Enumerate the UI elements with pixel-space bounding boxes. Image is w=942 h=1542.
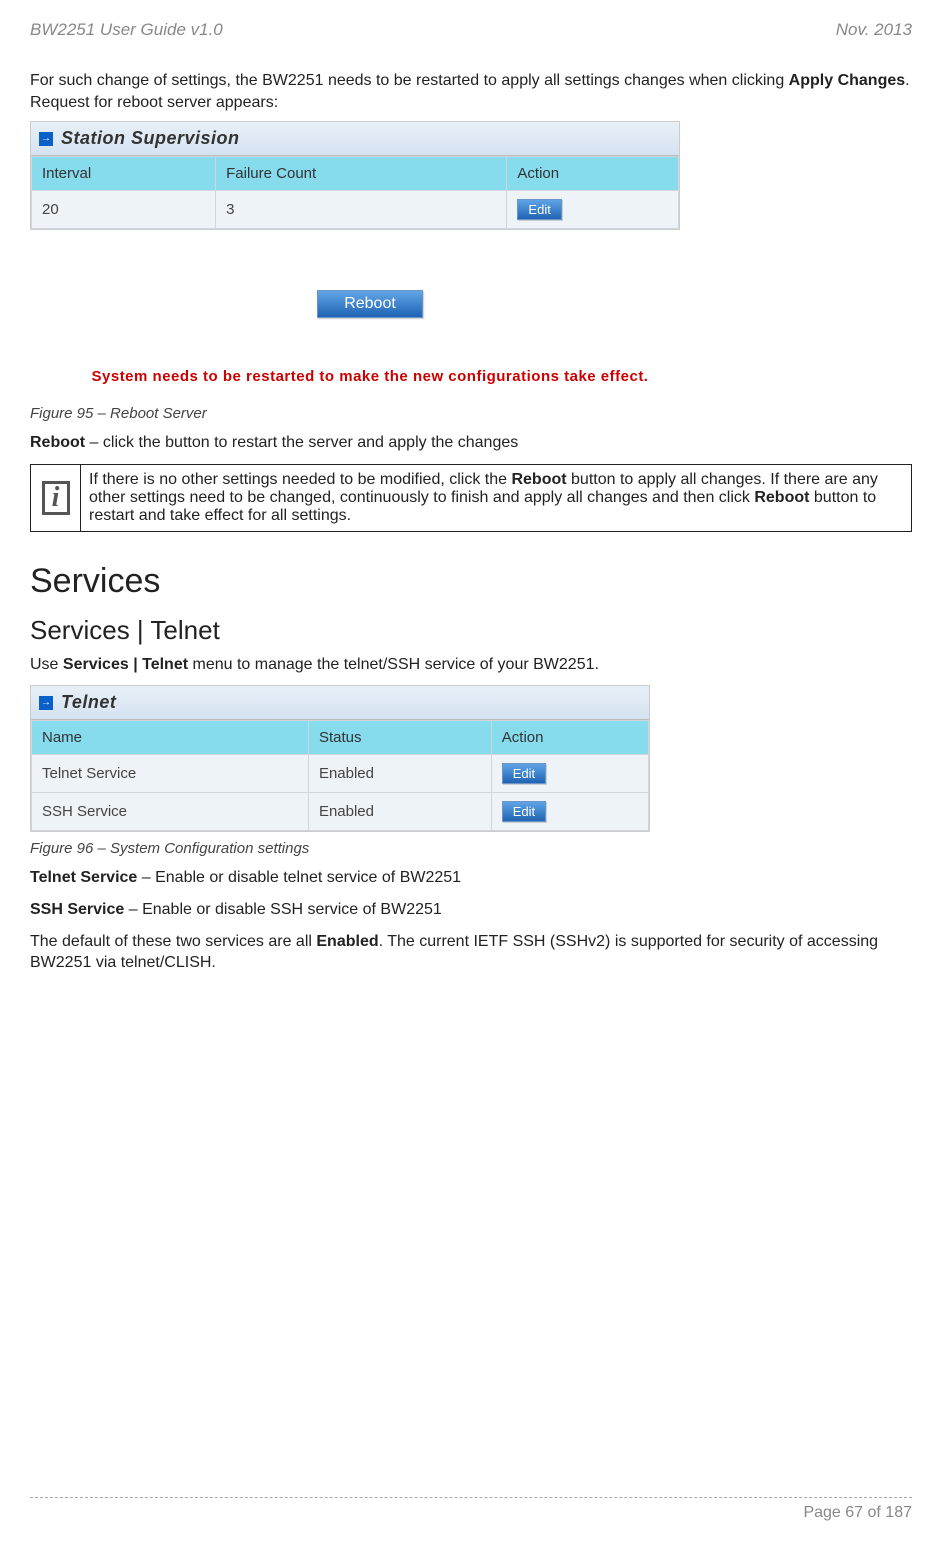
telnet-intro: Use Services | Telnet menu to manage the… xyxy=(30,654,912,676)
default-line: The default of these two services are al… xyxy=(30,931,912,974)
reboot-block: Reboot System needs to be restarted to m… xyxy=(30,290,710,385)
default-text-1: The default of these two services are al… xyxy=(30,933,316,950)
ssh-service-desc: – Enable or disable SSH service of BW225… xyxy=(124,901,442,918)
doc-date: Nov. 2013 xyxy=(836,20,912,40)
table-header-row: Name Status Action xyxy=(32,721,649,755)
col-action: Action xyxy=(507,157,679,191)
apply-changes-label: Apply Changes xyxy=(789,72,905,89)
telnet-intro-1: Use xyxy=(30,656,63,673)
col-failure-count: Failure Count xyxy=(216,157,507,191)
table-header-row: Interval Failure Count Action xyxy=(32,157,679,191)
intro-paragraph: For such change of settings, the BW2251 … xyxy=(30,70,912,113)
telnet-heading: Services | Telnet xyxy=(30,615,912,646)
doc-title: BW2251 User Guide v1.0 xyxy=(30,20,223,40)
panel-header: → Station Supervision xyxy=(31,122,679,156)
telnet-service-desc: – Enable or disable telnet service of BW… xyxy=(137,869,461,886)
info-icon-cell: i xyxy=(31,464,81,531)
reboot-label: Reboot xyxy=(30,434,85,451)
cell-failure-count: 3 xyxy=(216,191,507,229)
info-icon: i xyxy=(42,481,70,515)
page-header: BW2251 User Guide v1.0 Nov. 2013 xyxy=(30,20,912,40)
collapse-icon[interactable]: → xyxy=(39,132,53,146)
table-row: 20 3 Edit xyxy=(32,191,679,229)
panel-title: Telnet xyxy=(61,692,116,713)
panel-title: Station Supervision xyxy=(61,128,240,149)
figure-95-caption: Figure 95 – Reboot Server xyxy=(30,405,912,422)
cell-name: SSH Service xyxy=(32,793,309,831)
services-heading: Services xyxy=(30,562,912,601)
cell-action: Edit xyxy=(491,793,648,831)
telnet-table: Name Status Action Telnet Service Enable… xyxy=(31,720,649,831)
info-text: If there is no other settings needed to … xyxy=(81,464,912,531)
cell-action: Edit xyxy=(491,755,648,793)
telnet-service-line: Telnet Service – Enable or disable telne… xyxy=(30,867,912,889)
col-interval: Interval xyxy=(32,157,216,191)
col-status: Status xyxy=(308,721,491,755)
reboot-button[interactable]: Reboot xyxy=(317,290,423,318)
telnet-intro-2: menu to manage the telnet/SSH service of… xyxy=(188,656,599,673)
station-supervision-panel: → Station Supervision Interval Failure C… xyxy=(30,121,680,230)
reboot-description: Reboot – click the button to restart the… xyxy=(30,432,912,454)
reboot-desc-text: – click the button to restart the server… xyxy=(85,434,518,451)
cell-name: Telnet Service xyxy=(32,755,309,793)
telnet-intro-bold: Services | Telnet xyxy=(63,656,188,673)
cell-interval: 20 xyxy=(32,191,216,229)
table-row: SSH Service Enabled Edit xyxy=(32,793,649,831)
cell-action: Edit xyxy=(507,191,679,229)
telnet-service-label: Telnet Service xyxy=(30,869,137,886)
restart-message: System needs to be restarted to make the… xyxy=(30,368,710,385)
col-name: Name xyxy=(32,721,309,755)
info-callout: i If there is no other settings needed t… xyxy=(30,464,912,532)
page-footer: Page 67 of 187 xyxy=(30,1497,912,1522)
col-action: Action xyxy=(491,721,648,755)
collapse-icon[interactable]: → xyxy=(39,696,53,710)
page-number: Page 67 of 187 xyxy=(803,1504,912,1521)
info-text-1: If there is no other settings needed to … xyxy=(89,471,511,488)
ssh-service-line: SSH Service – Enable or disable SSH serv… xyxy=(30,899,912,921)
figure-96-caption: Figure 96 – System Configuration setting… xyxy=(30,840,912,857)
telnet-panel: → Telnet Name Status Action Telnet Servi… xyxy=(30,685,650,832)
ssh-service-label: SSH Service xyxy=(30,901,124,918)
footer-separator xyxy=(30,1497,912,1498)
panel-header: → Telnet xyxy=(31,686,649,720)
info-bold-2: Reboot xyxy=(754,489,809,506)
cell-status: Enabled xyxy=(308,793,491,831)
intro-text: For such change of settings, the BW2251 … xyxy=(30,72,789,89)
edit-button[interactable]: Edit xyxy=(502,763,546,784)
info-bold-1: Reboot xyxy=(511,471,566,488)
table-row: Telnet Service Enabled Edit xyxy=(32,755,649,793)
cell-status: Enabled xyxy=(308,755,491,793)
supervision-table: Interval Failure Count Action 20 3 Edit xyxy=(31,156,679,229)
edit-button[interactable]: Edit xyxy=(502,801,546,822)
default-bold: Enabled xyxy=(316,933,378,950)
edit-button[interactable]: Edit xyxy=(517,199,561,220)
